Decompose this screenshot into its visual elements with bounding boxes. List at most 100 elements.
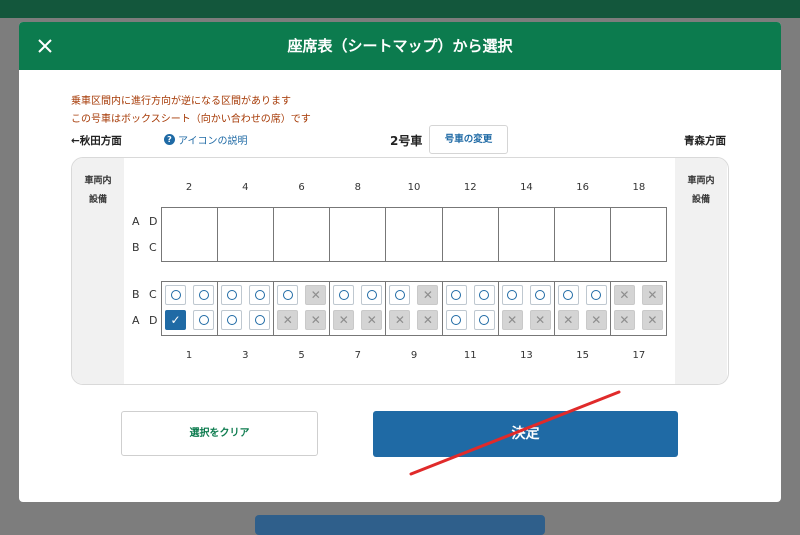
seat-available[interactable] (529, 285, 551, 305)
row-label-bc-top: B C (132, 241, 160, 254)
seat-number-bottom: 17 (632, 350, 646, 361)
seat-available[interactable] (249, 310, 271, 330)
clear-selection-button[interactable]: 選択をクリア (121, 411, 318, 456)
car-number-label: 2号車 (390, 134, 423, 148)
seat-available[interactable] (389, 285, 411, 305)
seat-unavailable: ✕ (305, 310, 327, 330)
seat-unavailable: ✕ (417, 310, 439, 330)
seat-available[interactable] (473, 310, 495, 330)
seat-unavailable: ✕ (333, 310, 355, 330)
circle-icon (226, 315, 237, 325)
cross-icon: ✕ (647, 313, 658, 327)
seat-map-modal: 座席表（シートマップ）から選択 乗車区間内に進行方向が逆になる区間があります こ… (19, 22, 781, 502)
seat-available[interactable] (277, 285, 299, 305)
seat-cell-empty (162, 208, 219, 261)
facility-column-left: 車両内 設備 (72, 158, 124, 384)
icon-help-label: アイコンの説明 (178, 136, 248, 147)
notice-reverse-direction: 乗車区間内に進行方向が逆になる区間があります (71, 96, 291, 107)
seat-available[interactable] (501, 285, 523, 305)
row-label-bc-bottom: B C (132, 288, 160, 301)
cross-icon: ✕ (647, 288, 658, 302)
seat-available[interactable] (221, 310, 243, 330)
seat-number-top: 12 (463, 182, 477, 193)
seat-cell-empty (555, 208, 611, 261)
seat-available[interactable] (333, 285, 355, 305)
seat-available[interactable] (165, 285, 186, 305)
circle-icon (170, 290, 181, 300)
seat-number-bottom: 3 (242, 350, 249, 361)
cross-icon: ✕ (338, 313, 349, 327)
seat-map: 車両内 設備 車両内 設備 A D B C B C A D ✓ ✕ ✕ ✕ ✕ ✕ ✕ ✕ ✕ ✕… (71, 157, 729, 385)
seat-available[interactable] (249, 285, 271, 305)
seat-box: ✓ (162, 282, 219, 335)
cross-icon: ✕ (591, 313, 602, 327)
circle-icon (479, 290, 490, 300)
seat-cell-empty (330, 208, 387, 261)
seat-available[interactable] (445, 285, 467, 305)
seat-available[interactable] (361, 285, 383, 305)
cross-icon: ✕ (619, 313, 630, 327)
seat-block-lower: ✓ ✕ ✕ ✕ ✕ ✕ ✕ ✕ ✕ ✕ ✕ ✕ ✕ ✕ ✕ ✕ ✕ (161, 281, 667, 336)
seat-number-bottom: 5 (298, 350, 305, 361)
circle-icon (394, 290, 405, 300)
seat-unavailable: ✕ (641, 310, 663, 330)
seat-number-top: 18 (632, 182, 646, 193)
circle-icon (507, 290, 518, 300)
seat-unavailable: ✕ (501, 310, 523, 330)
seat-unavailable: ✕ (417, 285, 439, 305)
seat-available[interactable] (193, 310, 214, 330)
seat-available[interactable] (193, 285, 214, 305)
seat-box (443, 282, 499, 335)
seat-number-top: 16 (576, 182, 590, 193)
seat-unavailable: ✕ (277, 310, 299, 330)
icon-help-link[interactable]: ? アイコンの説明 (164, 132, 248, 147)
seat-available[interactable] (473, 285, 495, 305)
close-button[interactable] (31, 32, 59, 60)
seat-cell-empty (611, 208, 666, 261)
cross-icon: ✕ (619, 288, 630, 302)
facility-label-line1: 車両内 (84, 176, 112, 186)
seat-available[interactable] (585, 285, 607, 305)
circle-icon (479, 315, 490, 325)
seat-selected[interactable]: ✓ (165, 310, 186, 330)
seat-unavailable: ✕ (613, 285, 635, 305)
seat-unavailable: ✕ (361, 310, 383, 330)
decide-button[interactable]: 決定 (373, 411, 678, 457)
seat-unavailable: ✕ (529, 310, 551, 330)
modal-header: 座席表（シートマップ）から選択 (19, 22, 781, 70)
cross-icon: ✕ (422, 313, 433, 327)
circle-icon (338, 290, 349, 300)
seat-unavailable: ✕ (305, 285, 327, 305)
seat-box: ✕ ✕ (499, 282, 555, 335)
seat-number-top: 6 (298, 182, 305, 193)
seat-number-top: 8 (354, 182, 361, 193)
seat-number-top: 14 (520, 182, 533, 193)
seat-box: ✕ ✕ ✕ ✕ (611, 282, 666, 335)
circle-icon (366, 290, 377, 300)
circle-icon (282, 290, 293, 300)
seat-number-bottom: 15 (576, 350, 590, 361)
seat-number-top: 4 (242, 182, 249, 193)
circle-icon (591, 290, 602, 300)
car-change-button[interactable]: 号車の変更 (429, 125, 508, 154)
row-label-ad-bottom: A D (132, 314, 161, 327)
circle-icon (254, 315, 265, 325)
seat-cell-empty (499, 208, 555, 261)
circle-icon (535, 290, 546, 300)
seat-available[interactable] (221, 285, 243, 305)
direction-left-label: ←秋田方面 (71, 135, 122, 147)
seat-number-bottom: 11 (463, 350, 477, 361)
circle-icon (451, 315, 462, 325)
facility-label-line1: 車両内 (687, 176, 715, 186)
seat-unavailable: ✕ (641, 285, 663, 305)
cross-icon: ✕ (366, 313, 377, 327)
seat-unavailable: ✕ (585, 310, 607, 330)
circle-icon (226, 290, 237, 300)
seat-cell-empty (386, 208, 443, 261)
seat-number-top: 10 (407, 182, 421, 193)
close-icon (38, 39, 52, 53)
seat-box: ✕ ✕ ✕ (274, 282, 331, 335)
seat-box: ✕ ✕ (555, 282, 611, 335)
seat-available[interactable] (445, 310, 467, 330)
seat-available[interactable] (557, 285, 579, 305)
